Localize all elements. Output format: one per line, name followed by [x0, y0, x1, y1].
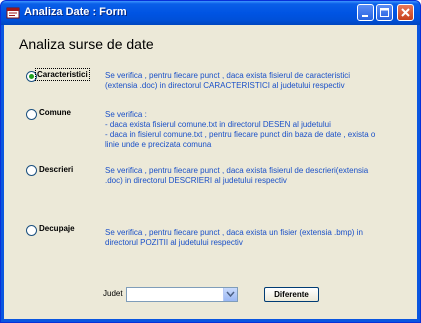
description-line: - daca exista fisierul comune.txt in dir… — [105, 120, 331, 129]
window-title: Analiza Date : Form — [24, 6, 127, 18]
title-bar[interactable]: Analiza Date : Form — [1, 1, 420, 25]
form-window: Analiza Date : Form Analiza surse de dat… — [0, 0, 421, 323]
label-decupaje[interactable]: Decupaje — [39, 224, 75, 233]
description-line: (extensia .doc) in directorul CARACTERIS… — [105, 81, 345, 90]
description-line: Se verifica : — [105, 110, 147, 119]
judet-combobox[interactable] — [126, 287, 238, 302]
radio-decupaje[interactable] — [26, 225, 37, 236]
label-caracteristici[interactable]: Caracteristici — [35, 68, 90, 81]
judet-dropdown-button[interactable] — [223, 288, 237, 301]
maximize-icon — [380, 8, 389, 17]
close-button[interactable] — [397, 4, 414, 21]
label-comune[interactable]: Comune — [39, 108, 71, 117]
description-descrieri: Se verifica , pentru fiecare punct , dac… — [105, 166, 405, 186]
maximize-button[interactable] — [376, 4, 393, 21]
description-decupaje: Se verifica , pentru fiecare punct , dac… — [105, 228, 405, 248]
radio-comune[interactable] — [26, 109, 37, 120]
radio-caracteristici[interactable] — [26, 71, 37, 82]
judet-label: Judet — [103, 289, 123, 298]
description-line: Se verifica , pentru fiecare punct , dac… — [105, 228, 363, 237]
description-line: Se verifica , pentru fiecare punct , dac… — [105, 166, 369, 175]
form-client-area: Analiza surse de date Caracteristici Se … — [4, 25, 417, 319]
radio-selected-dot — [29, 74, 34, 79]
description-line: .doc) in directorul DESCRIERI al judetul… — [105, 176, 287, 185]
radio-descrieri[interactable] — [26, 165, 37, 176]
diferente-button[interactable]: Diferente — [264, 287, 319, 302]
form-icon — [6, 7, 20, 19]
description-line: - daca in fisierul comune.txt , pentru f… — [105, 130, 376, 139]
page-title: Analiza surse de date — [19, 36, 154, 52]
minimize-button[interactable] — [357, 4, 374, 21]
minimize-icon — [362, 15, 368, 17]
chevron-down-icon — [226, 291, 235, 298]
label-descrieri[interactable]: Descrieri — [39, 165, 73, 174]
close-icon — [401, 8, 410, 17]
description-line: linie unde e precizata comuna — [105, 140, 212, 149]
description-comune: Se verifica : - daca exista fisierul com… — [105, 110, 405, 150]
description-line: Se verifica , pentru fiecare punct , dac… — [105, 71, 350, 80]
description-caracteristici: Se verifica , pentru fiecare punct , dac… — [105, 71, 405, 91]
description-line: directorul POZITII al judetului respecti… — [105, 238, 243, 247]
